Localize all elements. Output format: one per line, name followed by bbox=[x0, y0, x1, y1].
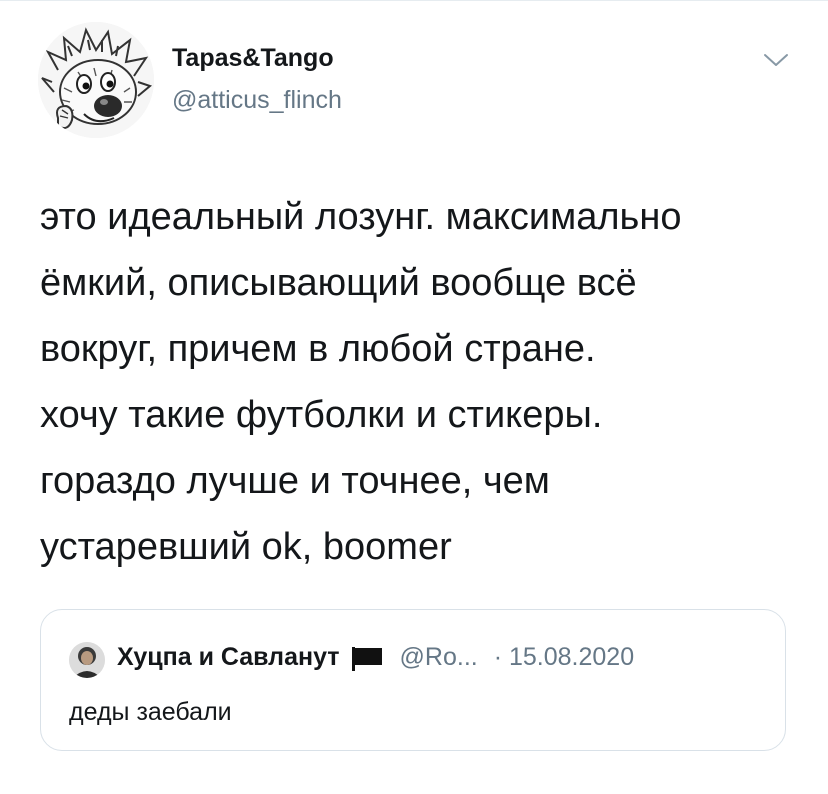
quoted-tweet-header: Хуцпа и Савланут @Ro... · 15.08.2020 bbox=[117, 643, 634, 672]
tweet-menu-button[interactable] bbox=[762, 50, 790, 70]
quoted-tweet-card[interactable]: Хуцпа и Савланут @Ro... · 15.08.2020 дед… bbox=[40, 609, 786, 751]
quoted-tweet-date[interactable]: · 15.08.2020 bbox=[494, 643, 634, 672]
tweet-text: это идеальный лозунг. максимально ёмкий,… bbox=[40, 196, 682, 568]
cartoon-hedgehog-avatar-icon bbox=[38, 22, 154, 138]
author-display-name[interactable]: Tapas&Tango bbox=[172, 44, 334, 73]
author-handle[interactable]: @atticus_flinch bbox=[172, 86, 342, 115]
quoted-author-handle[interactable]: @Ro... bbox=[400, 643, 478, 672]
chevron-down-icon bbox=[764, 54, 788, 66]
author-avatar[interactable] bbox=[38, 22, 154, 138]
person-avatar-icon bbox=[69, 642, 105, 678]
quoted-author-avatar[interactable] bbox=[69, 642, 105, 678]
top-divider bbox=[0, 0, 828, 1]
quoted-author-name[interactable]: Хуцпа и Савланут bbox=[117, 643, 340, 672]
black-flag-icon bbox=[350, 645, 384, 671]
quoted-tweet-text: деды заебали bbox=[69, 698, 232, 726]
